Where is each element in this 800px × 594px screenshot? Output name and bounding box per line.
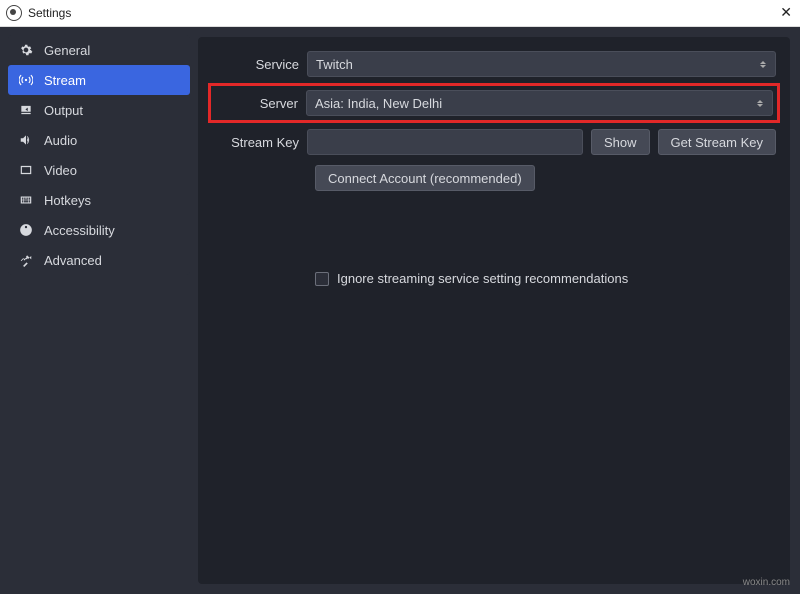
sidebar-item-label: Output <box>44 103 83 118</box>
streamkey-label: Stream Key <box>212 135 307 150</box>
sidebar-item-label: Advanced <box>44 253 102 268</box>
sidebar-item-video[interactable]: Video <box>8 155 190 185</box>
server-select[interactable]: Asia: India, New Delhi <box>306 90 773 116</box>
sidebar-item-accessibility[interactable]: Accessibility <box>8 215 190 245</box>
server-row-highlight: Server Asia: India, New Delhi <box>208 83 780 123</box>
connect-account-button[interactable]: Connect Account (recommended) <box>315 165 535 191</box>
sidebar-item-label: General <box>44 43 90 58</box>
service-row: Service Twitch <box>212 51 776 77</box>
streamkey-row: Stream Key Show Get Stream Key <box>212 129 776 155</box>
streamkey-input[interactable] <box>307 129 583 155</box>
window-title: Settings <box>28 6 71 20</box>
server-value: Asia: India, New Delhi <box>315 96 442 111</box>
accessibility-icon <box>18 223 34 237</box>
keyboard-icon <box>18 193 34 207</box>
sidebar-item-label: Video <box>44 163 77 178</box>
app-icon <box>6 5 22 21</box>
titlebar: Settings ✕ <box>0 0 800 27</box>
sidebar-item-label: Hotkeys <box>44 193 91 208</box>
sidebar-item-hotkeys[interactable]: Hotkeys <box>8 185 190 215</box>
main-panel: Service Twitch Server Asia: India, New D… <box>198 27 800 594</box>
close-icon[interactable]: ✕ <box>780 4 792 21</box>
sidebar-item-label: Stream <box>44 73 86 88</box>
sidebar-item-label: Accessibility <box>44 223 115 238</box>
chevron-updown-icon <box>752 91 768 115</box>
service-label: Service <box>212 57 307 72</box>
video-icon <box>18 163 34 177</box>
ignore-checkbox[interactable] <box>315 272 329 286</box>
tools-icon <box>18 253 34 267</box>
ignore-recommendations-row: Ignore streaming service setting recomme… <box>315 271 776 286</box>
service-select[interactable]: Twitch <box>307 51 776 77</box>
sidebar-item-advanced[interactable]: Advanced <box>8 245 190 275</box>
sidebar-item-output[interactable]: Output <box>8 95 190 125</box>
ignore-checkbox-label: Ignore streaming service setting recomme… <box>337 271 628 286</box>
output-icon <box>18 103 34 117</box>
sidebar-item-general[interactable]: General <box>8 35 190 65</box>
speaker-icon <box>18 133 34 147</box>
antenna-icon <box>18 73 34 87</box>
chevron-updown-icon <box>755 52 771 76</box>
sidebar-item-audio[interactable]: Audio <box>8 125 190 155</box>
watermark: woxin.com <box>743 577 790 588</box>
get-stream-key-button[interactable]: Get Stream Key <box>658 129 776 155</box>
show-button[interactable]: Show <box>591 129 650 155</box>
sidebar-item-label: Audio <box>44 133 77 148</box>
sidebar: General Stream Output Audio <box>0 27 198 594</box>
sidebar-item-stream[interactable]: Stream <box>8 65 190 95</box>
gear-icon <box>18 43 34 57</box>
service-value: Twitch <box>316 57 353 72</box>
server-label: Server <box>215 96 306 111</box>
window-body: General Stream Output Audio <box>0 27 800 594</box>
